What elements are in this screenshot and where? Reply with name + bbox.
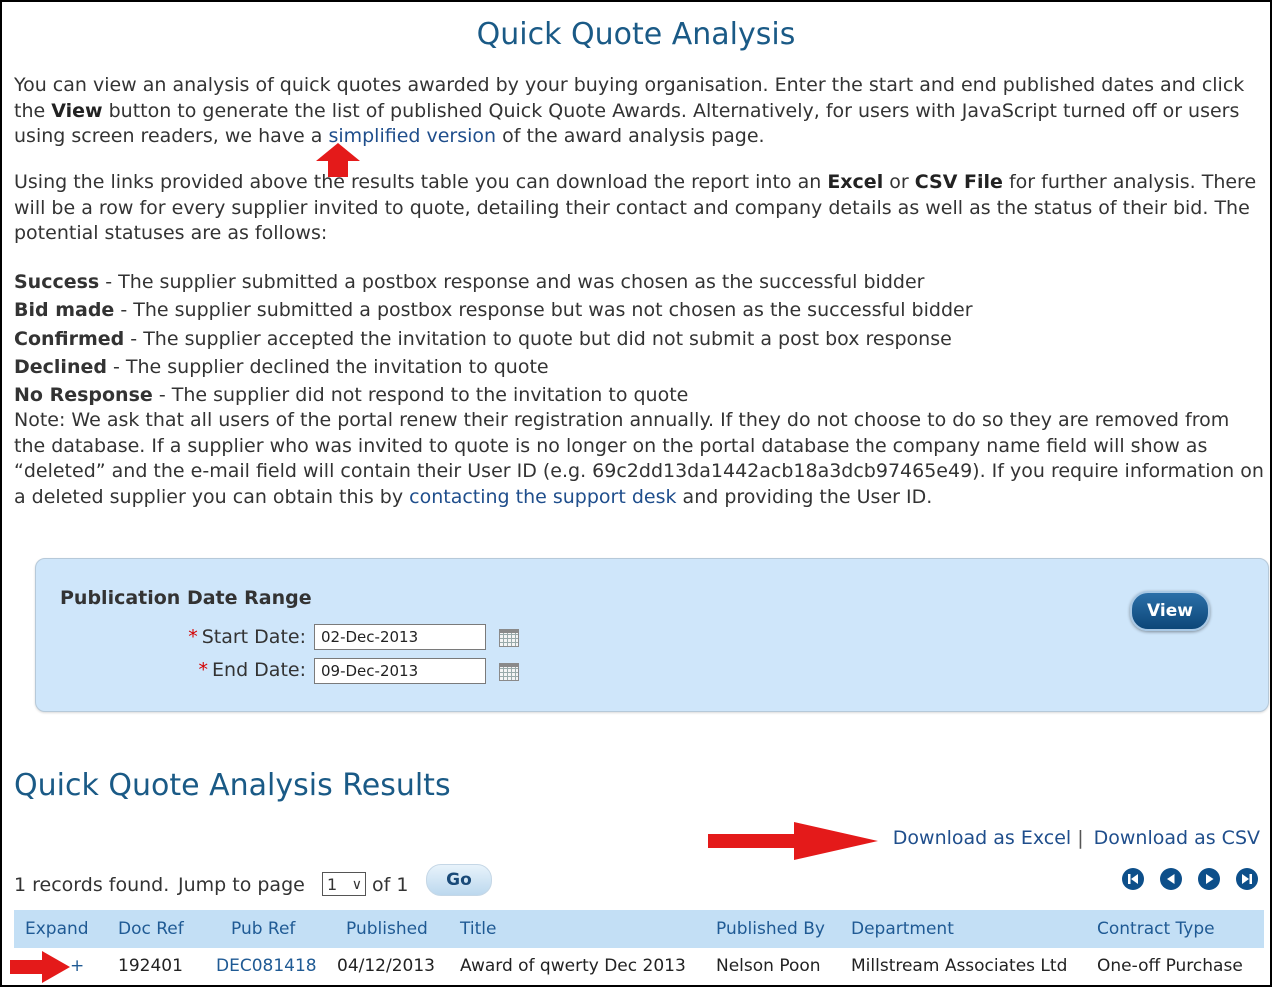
status-item-declined: Declined - The supplier declined the inv… <box>14 353 1264 381</box>
chevron-down-icon: ∨ <box>351 877 362 893</box>
cell-published: 04/12/2013 <box>337 956 435 976</box>
status-desc: - The supplier submitted a postbox respo… <box>99 271 925 293</box>
status-name: Success <box>14 271 100 293</box>
status-item-confirmed: Confirmed - The supplier accepted the in… <box>14 325 1264 353</box>
status-desc: - The supplier accepted the invitation t… <box>124 327 952 350</box>
cell-pub-ref: DEC081418 <box>216 948 317 984</box>
start-date-label-row: * Start Date: <box>36 623 306 651</box>
pagination-nav <box>1111 868 1258 890</box>
status-name: Bid made <box>14 299 115 322</box>
cell-title: Award of qwerty Dec 2013 <box>460 956 686 976</box>
download-separator: | <box>1077 827 1084 849</box>
date-range-title: Publication Date Range <box>60 587 312 609</box>
status-desc: - The supplier did not respond to the in… <box>152 384 689 407</box>
status-desc: - The supplier declined the invitation t… <box>106 355 549 378</box>
status-desc: - The supplier submitted a postbox respo… <box>114 299 973 322</box>
jump-to-page-text: Jump to page <box>178 874 305 896</box>
column-header-title[interactable]: Title <box>460 910 496 948</box>
required-marker: * <box>198 659 209 681</box>
go-button[interactable]: Go <box>426 864 492 896</box>
cell-department: Millstream Associates Ltd <box>851 956 1068 976</box>
download-csv-link[interactable]: Download as CSV <box>1094 827 1260 849</box>
records-found-text: 1 records found. <box>14 874 170 896</box>
status-list: Success - The supplier submitted a postb… <box>14 268 1264 409</box>
annotation-right-arrow-icon <box>708 822 878 860</box>
end-date-input[interactable] <box>314 658 486 684</box>
status-name: No Response <box>14 384 153 407</box>
intro-paragraph: You can view an analysis of quick quotes… <box>14 73 1264 150</box>
column-header-published[interactable]: Published <box>346 910 428 948</box>
cell-published-by: Nelson Poon <box>716 956 821 976</box>
pub-ref-link[interactable]: DEC081418 <box>216 956 317 976</box>
download-links: Download as Excel | Download as CSV <box>893 827 1260 849</box>
annotation-up-arrow-icon <box>316 143 360 177</box>
download-info-text: or <box>883 171 915 193</box>
status-item-success: Success - The supplier submitted a postb… <box>14 268 1264 296</box>
column-header-pub-ref[interactable]: Pub Ref <box>231 910 295 948</box>
end-date-label-text: End Date: <box>212 659 306 681</box>
download-info-paragraph: Using the links provided above the resul… <box>14 170 1264 247</box>
start-date-label-text: Start Date: <box>201 626 306 648</box>
column-header-doc-ref[interactable]: Doc Ref <box>118 910 184 948</box>
status-name: Confirmed <box>14 327 125 350</box>
cell-doc-ref: 192401 <box>118 956 183 976</box>
required-marker: * <box>188 626 198 648</box>
date-range-panel: Publication Date Range *Start Date: *End… <box>35 558 1269 712</box>
csv-emphasis: CSV File <box>914 171 1003 193</box>
excel-emphasis: Excel <box>827 171 884 193</box>
last-page-icon[interactable] <box>1236 868 1258 890</box>
column-header-published-by[interactable]: Published By <box>716 910 825 948</box>
pager-row: 1 records found. Jump to page 1 ∨ of 1 G… <box>14 864 534 904</box>
end-date-label: * End Date: <box>199 656 306 684</box>
download-info-text: Using the links provided above the resul… <box>14 171 828 193</box>
results-title: Quick Quote Analysis Results <box>14 768 451 803</box>
end-date-label-row: * End Date: <box>36 656 306 684</box>
column-header-contract-type[interactable]: Contract Type <box>1097 910 1215 948</box>
page-title: Quick Quote Analysis <box>476 17 796 52</box>
page-count-text: of 1 <box>372 874 409 896</box>
cell-contract-type: One-off Purchase <box>1097 956 1243 976</box>
column-header-department[interactable]: Department <box>851 910 954 948</box>
previous-page-icon[interactable] <box>1159 868 1182 890</box>
status-name: Declined <box>14 355 107 378</box>
results-table: Expand Doc Ref Pub Ref Published Title P… <box>14 910 1264 984</box>
table-header: Expand Doc Ref Pub Ref Published Title P… <box>14 910 1264 948</box>
start-date-input[interactable] <box>314 624 486 650</box>
view-button[interactable]: View <box>1130 591 1210 631</box>
note-paragraph: Note: We ask that all users of the porta… <box>14 408 1264 510</box>
start-date-label: * Start Date: <box>188 623 306 651</box>
column-header-expand[interactable]: Expand <box>25 910 89 948</box>
first-page-icon[interactable] <box>1121 868 1144 890</box>
calendar-icon[interactable] <box>499 629 519 647</box>
annotation-expand-arrow-icon <box>10 951 70 983</box>
download-excel-link[interactable]: Download as Excel <box>893 827 1071 849</box>
calendar-icon[interactable] <box>499 663 519 681</box>
page-select-value: 1 <box>327 875 338 894</box>
note-text: and providing the User ID. <box>676 485 933 508</box>
table-row: + 192401 DEC081418 04/12/2013 Award of q… <box>14 948 1264 984</box>
status-item-bid-made: Bid made - The supplier submitted a post… <box>14 296 1264 324</box>
page-select[interactable]: 1 ∨ <box>322 872 366 896</box>
intro-view-emphasis: View <box>51 99 103 122</box>
next-page-icon[interactable] <box>1197 868 1220 890</box>
page-frame: Quick Quote Analysis You can view an ana… <box>0 0 1272 987</box>
support-desk-link[interactable]: contacting the support desk <box>409 486 676 508</box>
status-item-no-response: No Response - The supplier did not respo… <box>14 381 1264 409</box>
intro-text: of the award analysis page. <box>496 125 765 147</box>
